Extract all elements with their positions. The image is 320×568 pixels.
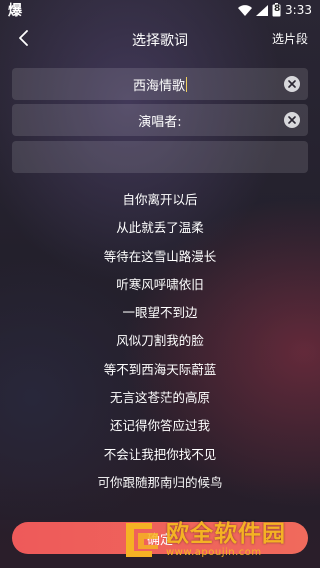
clear-singer-button[interactable]: [284, 112, 300, 128]
nav-bar: 选择歌词 选片段: [0, 20, 320, 56]
status-bar: 爆 8 3:33: [0, 0, 320, 20]
lyric-line[interactable]: 从此就丢了温柔: [0, 214, 320, 242]
lyric-line[interactable]: 等待在这雪山路漫长: [0, 243, 320, 271]
wifi-icon: [238, 4, 253, 16]
app-notification-glyph: 爆: [8, 3, 22, 19]
watermark-url: www.apoujin.com: [166, 547, 262, 558]
close-icon: [288, 80, 296, 88]
watermark-logo-icon: [122, 519, 162, 561]
battery-icon: 8: [272, 3, 281, 17]
lyric-line[interactable]: 一眼望不到边: [0, 299, 320, 327]
lyric-line[interactable]: 不会让我把你找不见: [0, 441, 320, 469]
chevron-left-icon: [19, 30, 28, 46]
song-title-value: 西海情歌: [132, 78, 185, 94]
singer-value: 演唱者:: [138, 114, 182, 130]
lyric-line[interactable]: 风似刀割我的脸: [0, 327, 320, 355]
select-segment-button[interactable]: 选片段: [272, 30, 308, 47]
close-icon: [288, 116, 296, 124]
lyric-line[interactable]: 可你跟随那南归的候鸟: [0, 469, 320, 497]
extra-field[interactable]: [12, 141, 308, 173]
singer-field[interactable]: 演唱者:: [12, 104, 308, 136]
signal-icon: [256, 4, 269, 16]
battery-level: 8: [274, 4, 281, 14]
watermark: 欧全软件园 www.apoujin.com: [122, 516, 312, 564]
song-title-field[interactable]: 西海情歌: [12, 68, 308, 100]
text-cursor: [186, 76, 187, 92]
lyrics-list: 自你离开以后 从此就丢了温柔 等待在这雪山路漫长 听寒风呼啸依旧 一眼望不到边 …: [0, 186, 320, 497]
lyric-line[interactable]: 等不到西海天际蔚蓝: [0, 356, 320, 384]
status-time: 3:33: [285, 3, 312, 17]
clear-song-button[interactable]: [284, 76, 300, 92]
back-button[interactable]: [12, 26, 36, 50]
lyric-line[interactable]: 还记得你答应过我: [0, 412, 320, 440]
watermark-title: 欧全软件园: [166, 521, 286, 547]
lyric-line[interactable]: 无言这苍茫的高原: [0, 384, 320, 412]
lyric-line[interactable]: 听寒风呼啸依旧: [0, 271, 320, 299]
lyric-line[interactable]: 自你离开以后: [0, 186, 320, 214]
